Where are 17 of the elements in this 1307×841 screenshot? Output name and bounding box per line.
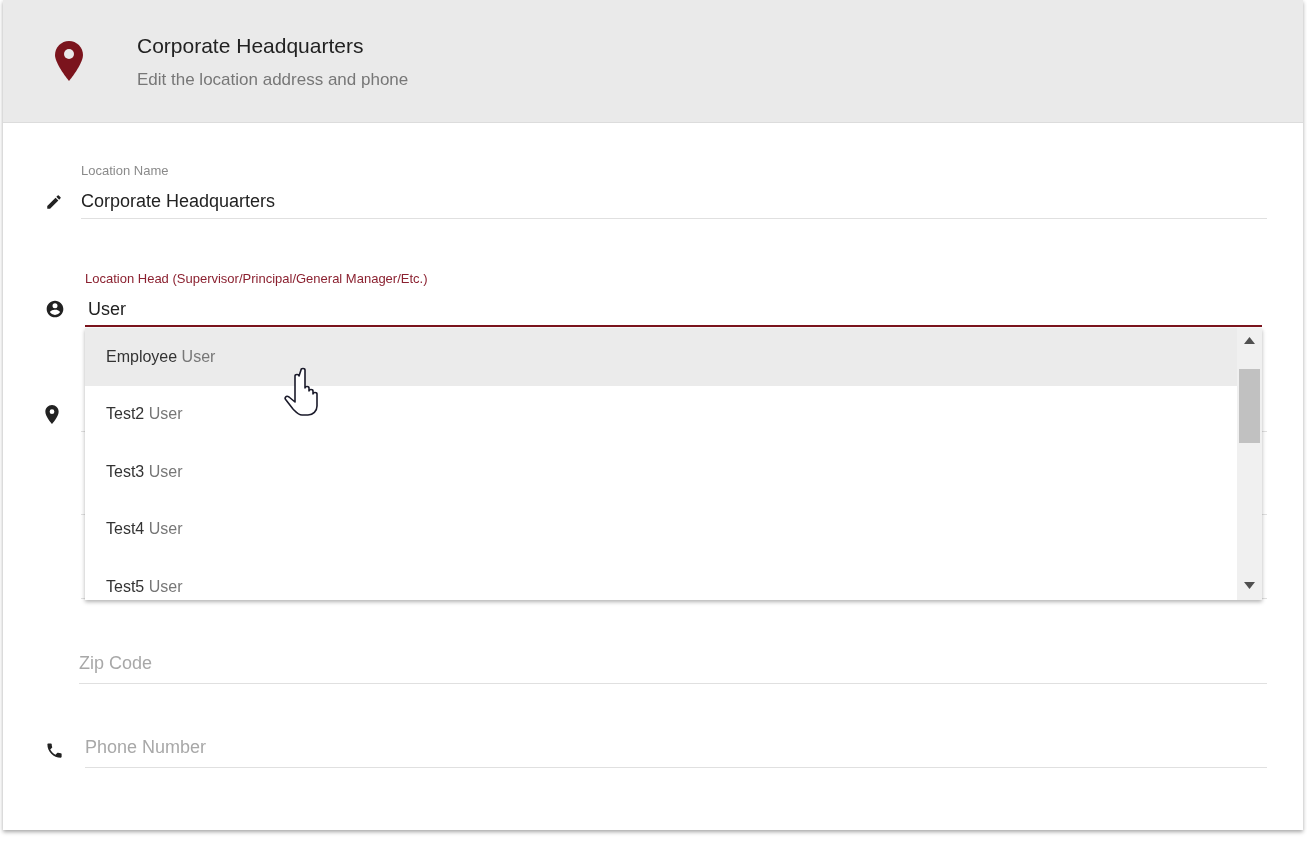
scroll-up-arrow-icon[interactable] bbox=[1244, 337, 1255, 344]
text-field[interactable]: Zip Code bbox=[79, 644, 1267, 684]
text-field[interactable]: Phone Number bbox=[85, 728, 1267, 768]
scroll-down-arrow-icon[interactable] bbox=[1244, 582, 1255, 589]
dropdown-option[interactable]: Test5 User bbox=[85, 558, 1237, 600]
header-subtitle: Edit the location address and phone bbox=[137, 69, 409, 91]
scrollbar[interactable] bbox=[1237, 328, 1262, 600]
dropdown-option[interactable]: Employee User bbox=[85, 328, 1237, 386]
field-label: Location Head (Supervisor/Principal/General Manager/Etc.) bbox=[85, 271, 429, 287]
phone-icon bbox=[45, 741, 64, 760]
map-pin-icon bbox=[55, 41, 83, 81]
field-label: Location Name bbox=[81, 163, 170, 179]
scrollbar-thumb[interactable] bbox=[1239, 369, 1260, 443]
map-pin-icon bbox=[45, 405, 59, 424]
pencil-icon bbox=[45, 193, 63, 211]
text-field[interactable]: Corporate Headquarters bbox=[81, 185, 1267, 219]
header-title: Corporate Headquarters bbox=[137, 32, 365, 59]
